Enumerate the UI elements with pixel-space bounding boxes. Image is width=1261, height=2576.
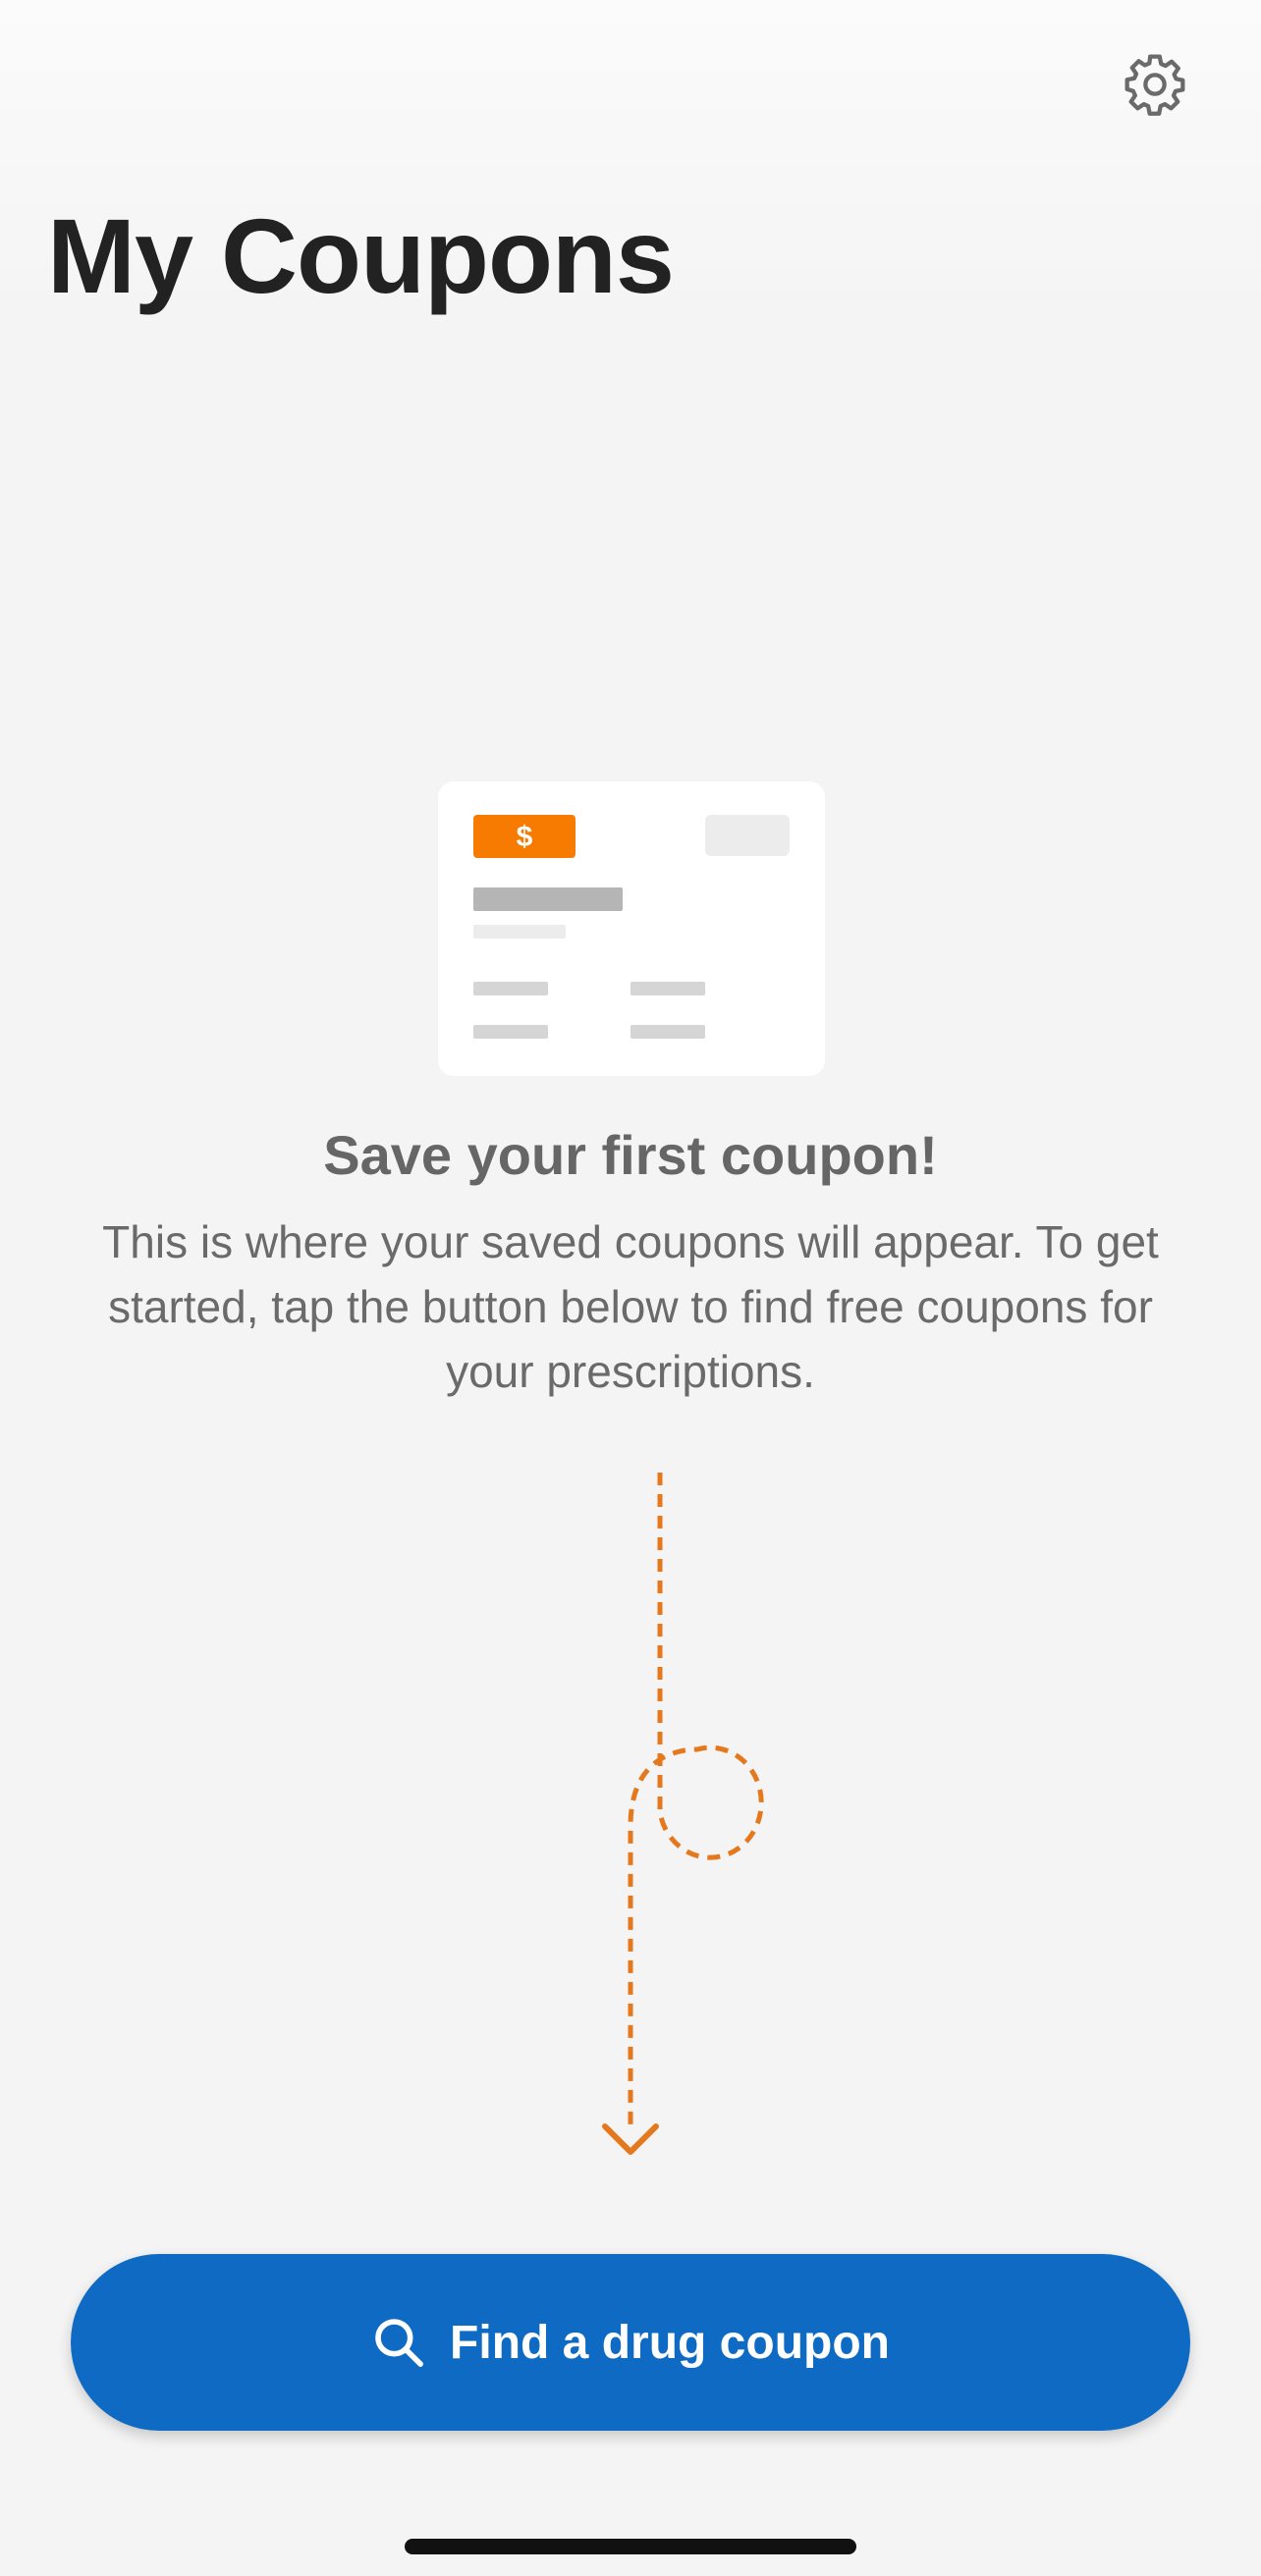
home-indicator[interactable] [405,2539,856,2554]
placeholder-line [630,1025,705,1039]
find-drug-coupon-label: Find a drug coupon [450,2316,890,2369]
gear-icon [1124,54,1185,116]
placeholder-line [473,1025,548,1039]
page-title: My Coupons [47,196,675,315]
placeholder-line [630,982,705,995]
placeholder-line [473,982,548,995]
placeholder-line [473,925,566,939]
find-drug-coupon-button[interactable]: Find a drug coupon [71,2254,1190,2431]
empty-state-description: This is where your saved coupons will ap… [102,1216,1159,1397]
search-icon [371,2315,426,2370]
dashed-loop-path [628,1473,764,2132]
empty-state-title: Save your first coupon! [323,1124,938,1186]
placeholder-line [473,887,623,911]
coupon-illustration: $ [438,781,825,1076]
dashed-arrow-illustration [602,1473,764,2155]
arrow-head [602,2123,659,2155]
settings-button[interactable] [1116,45,1194,124]
placeholder-block [705,815,790,856]
dollar-sign: $ [517,821,533,853]
